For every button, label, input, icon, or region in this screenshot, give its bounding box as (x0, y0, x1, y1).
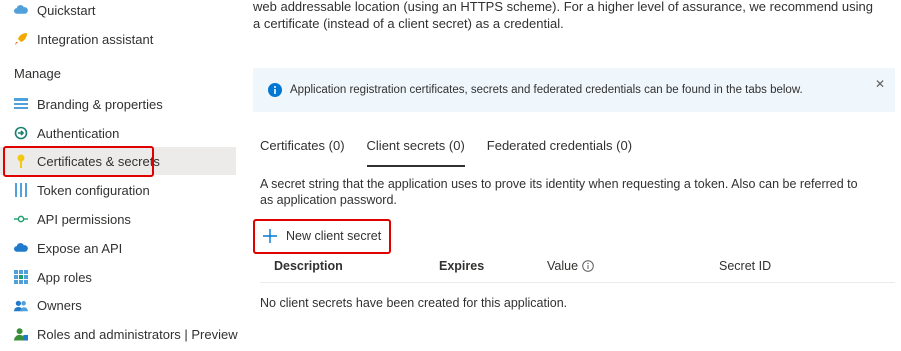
cloud-icon (14, 3, 28, 17)
sidebar-item-label: Token configuration (37, 182, 150, 198)
column-header-expires: Expires (439, 259, 485, 273)
sidebar-item-branding[interactable]: Branding & properties (0, 90, 236, 118)
intro-text: web addressable location (using an HTTPS… (253, 0, 873, 31)
sidebar-item-label: Branding & properties (37, 96, 163, 112)
sidebar-item-label: Expose an API (37, 240, 123, 256)
sidebar-item-owners[interactable]: Owners (0, 291, 236, 319)
token-icon (14, 183, 28, 197)
sidebar-item-label: Roles and administrators | Preview (37, 326, 238, 342)
info-icon (268, 83, 282, 97)
column-header-description: Description (274, 259, 343, 273)
tab-federated-credentials[interactable]: Federated credentials (0) (487, 138, 632, 162)
highlight-box-new-secret (253, 219, 391, 254)
main-content: web addressable location (using an HTTPS… (253, 0, 901, 351)
client-secret-description: A secret string that the application use… (260, 177, 858, 207)
sidebar-item-label: Quickstart (37, 2, 96, 18)
secret-tabs: Certificates (0) Client secrets (0) Fede… (260, 138, 654, 167)
sidebar-nav: Quickstart Integration assistant Manage … (0, 0, 238, 351)
info-banner-message: Application registration certificates, s… (290, 84, 803, 96)
sidebar-item-token-configuration[interactable]: Token configuration (0, 176, 236, 204)
sidebar-item-label: Integration assistant (37, 31, 154, 47)
info-circle-icon[interactable] (582, 260, 594, 272)
close-icon[interactable]: ✕ (875, 77, 885, 91)
sidebar-item-label: Authentication (37, 125, 120, 141)
app-roles-icon (14, 270, 28, 284)
info-banner: Application registration certificates, s… (253, 68, 895, 112)
permissions-icon (14, 212, 28, 226)
highlight-box-certificates (3, 146, 154, 177)
sidebar-item-authentication[interactable]: Authentication (0, 119, 236, 147)
cloud-api-icon (14, 241, 28, 255)
sidebar-item-api-permissions[interactable]: API permissions (0, 205, 236, 233)
empty-table-message: No client secrets have been created for … (260, 296, 568, 310)
sidebar-item-label: App roles (37, 269, 92, 285)
sidebar-item-integration-assistant[interactable]: Integration assistant (0, 25, 236, 53)
sidebar-item-roles-administrators[interactable]: Roles and administrators | Preview (0, 320, 238, 348)
column-header-value: Value (547, 259, 594, 273)
column-header-secret-id: Secret ID (719, 259, 772, 273)
authentication-icon (14, 126, 28, 140)
sidebar-item-expose-an-api[interactable]: Expose an API (0, 234, 236, 262)
sidebar-item-label: API permissions (37, 211, 131, 227)
roles-admin-icon (14, 327, 28, 341)
rocket-icon (14, 32, 28, 46)
sidebar-item-app-roles[interactable]: App roles (0, 263, 236, 291)
table-divider (260, 282, 895, 283)
column-header-value-label: Value (547, 259, 579, 273)
branding-icon (14, 97, 28, 111)
tab-certificates[interactable]: Certificates (0) (260, 138, 345, 162)
owners-icon (14, 298, 28, 312)
sidebar-item-quickstart[interactable]: Quickstart (0, 0, 236, 24)
manage-section-label: Manage (14, 66, 61, 81)
tab-client-secrets[interactable]: Client secrets (0) (366, 138, 466, 167)
sidebar-item-label: Owners (37, 297, 82, 313)
